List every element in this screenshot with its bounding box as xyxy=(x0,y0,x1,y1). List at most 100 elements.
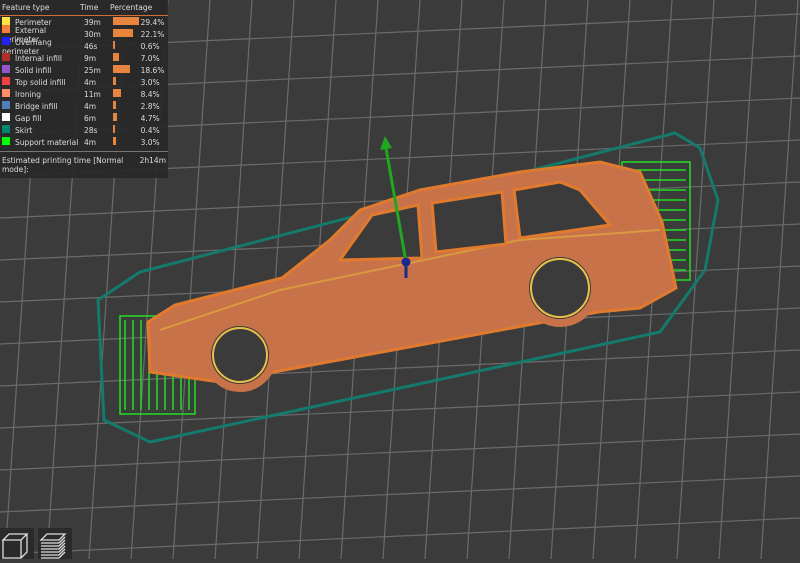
feature-label: Ironing xyxy=(15,90,42,99)
color-swatch xyxy=(2,65,10,73)
z-axis-arrowhead xyxy=(380,136,392,150)
grid-line xyxy=(718,0,757,559)
feature-label: Support material xyxy=(15,138,79,147)
feature-time: 28s xyxy=(84,125,98,135)
grid-line xyxy=(0,433,800,471)
car-model xyxy=(146,160,678,392)
feature-time: 30m xyxy=(84,29,101,39)
color-swatch xyxy=(2,77,10,85)
header-time: Time xyxy=(80,3,99,12)
percentage-bar-cell xyxy=(113,77,140,87)
feature-percentage: 4.7% xyxy=(140,113,160,123)
feature-cell: Gap fill xyxy=(2,113,84,123)
percentage-bar-cell xyxy=(113,101,140,111)
color-swatch xyxy=(2,113,10,121)
feature-time: 46s xyxy=(84,41,98,51)
feature-cell: Support material xyxy=(2,137,84,147)
feature-percentage: 0.4% xyxy=(140,125,160,135)
feature-percentage: 22.1% xyxy=(140,29,165,39)
percentage-bar-cell xyxy=(113,17,140,27)
feature-label: Top solid infill xyxy=(15,78,66,87)
percentage-bar xyxy=(113,101,116,109)
header-feature: Feature type xyxy=(2,3,50,12)
percentage-bar-cell xyxy=(113,29,140,39)
feature-cell: Internal infill xyxy=(2,53,84,63)
feature-cell: Ironing xyxy=(2,89,84,99)
legend-panel: Feature type Time Percentage Perimeter 39… xyxy=(0,0,168,178)
feature-cell: Top solid infill xyxy=(2,77,84,87)
feature-time: 25m xyxy=(84,65,101,75)
percentage-bar xyxy=(113,29,133,37)
grid-line xyxy=(214,0,253,559)
cube-icon xyxy=(1,533,29,559)
color-swatch xyxy=(2,125,10,133)
feature-percentage: 0.6% xyxy=(140,41,160,51)
percentage-bar xyxy=(113,77,116,85)
feature-time: 39m xyxy=(84,17,101,27)
percentage-bar xyxy=(113,89,121,97)
percentage-bar xyxy=(113,17,140,25)
feature-time: 11m xyxy=(84,89,101,99)
legend-item[interactable]: Skirt 28s 0.4% xyxy=(0,124,168,136)
percentage-bar-cell xyxy=(113,137,140,147)
legend-item[interactable]: Bridge infill 4m 2.8% xyxy=(0,100,168,112)
feature-percentage: 7.0% xyxy=(140,53,160,63)
feature-percentage: 3.0% xyxy=(140,77,160,87)
feature-percentage: 8.4% xyxy=(140,89,160,99)
legend-items: Perimeter 39m 29.4% External perimeter 30m 22… xyxy=(0,16,168,148)
legend-item[interactable]: Internal infill 9m 7.0% xyxy=(0,52,168,64)
percentage-bar xyxy=(113,41,115,49)
color-swatch xyxy=(2,137,10,145)
feature-time: 4m xyxy=(84,101,97,111)
color-swatch xyxy=(2,53,10,61)
feature-cell: Skirt xyxy=(2,125,84,135)
header-percentage: Percentage xyxy=(110,3,153,12)
color-swatch xyxy=(2,36,10,45)
legend-footer: Estimated printing time [Normal mode]: 2… xyxy=(0,151,168,174)
feature-time: 4m xyxy=(84,77,97,87)
percentage-bar-cell xyxy=(113,125,140,135)
feature-percentage: 3.0% xyxy=(140,137,160,147)
feature-percentage: 29.4% xyxy=(140,17,165,27)
grid-line xyxy=(0,517,800,555)
legend-item[interactable]: Overhang perimeter 46s 0.6% xyxy=(0,36,168,56)
estimate-label: Estimated printing time [Normal mode]: xyxy=(2,156,124,174)
color-swatch xyxy=(2,101,10,109)
percentage-bar xyxy=(113,65,130,73)
legend-item[interactable]: Gap fill 6m 4.7% xyxy=(0,112,168,124)
feature-time: 4m xyxy=(84,137,97,147)
feature-label: Solid infill xyxy=(15,66,52,75)
legend-header: Feature type Time Percentage xyxy=(0,2,168,16)
feature-time: 9m xyxy=(84,53,97,63)
percentage-bar xyxy=(113,125,115,133)
layers-icon xyxy=(39,533,67,559)
legend-item[interactable]: Solid infill 25m 18.6% xyxy=(0,64,168,76)
feature-label: Gap fill xyxy=(15,114,42,123)
percentage-bar-cell xyxy=(113,89,140,99)
color-swatch xyxy=(2,89,10,97)
percentage-bar-cell xyxy=(113,113,140,123)
feature-cell: Solid infill xyxy=(2,65,84,75)
percentage-bar-cell xyxy=(113,53,140,63)
feature-percentage: 18.6% xyxy=(140,65,165,75)
percentage-bar xyxy=(113,113,118,121)
feature-percentage: 2.8% xyxy=(140,101,160,111)
feature-label: Internal infill xyxy=(15,54,63,63)
grid-line xyxy=(760,0,799,559)
estimate-value: 2h14m xyxy=(139,156,166,165)
3d-view-button[interactable] xyxy=(0,528,34,559)
percentage-bar xyxy=(113,137,116,145)
feature-time: 6m xyxy=(84,113,97,123)
percentage-bar-cell xyxy=(113,41,140,51)
percentage-bar xyxy=(113,53,120,61)
feature-cell: Bridge infill xyxy=(2,101,84,111)
legend-item[interactable]: Support material 4m 3.0% xyxy=(0,136,168,148)
legend-item[interactable]: Top solid infill 4m 3.0% xyxy=(0,76,168,88)
origin-marker xyxy=(401,257,411,267)
percentage-bar-cell xyxy=(113,65,140,75)
feature-label: Skirt xyxy=(15,126,33,135)
layers-view-button[interactable] xyxy=(38,528,72,559)
legend-item[interactable]: Ironing 11m 8.4% xyxy=(0,88,168,100)
feature-label: Bridge infill xyxy=(15,102,58,111)
color-swatch xyxy=(2,24,10,33)
